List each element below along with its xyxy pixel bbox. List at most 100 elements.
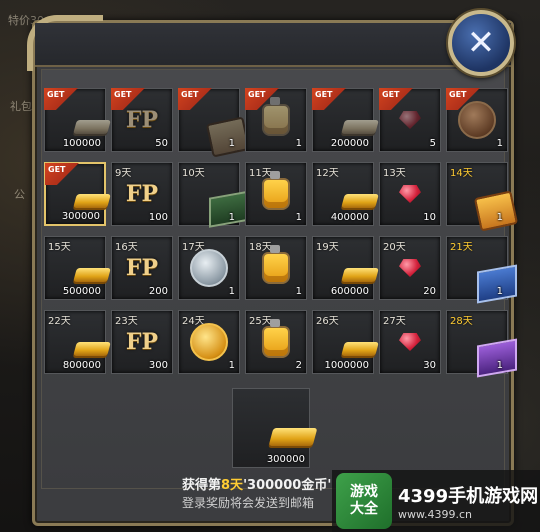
gold-bar-icon (73, 194, 111, 208)
reward-slot[interactable]: 25天 2 (245, 310, 307, 374)
site-url: www.4399.cn (398, 507, 472, 521)
reward-quantity: 1 (228, 360, 235, 371)
fp-icon: FP (125, 181, 159, 207)
reward-quantity: 1 (228, 286, 235, 297)
day-label: 11天 (249, 168, 272, 179)
reward-slot[interactable]: 28天 1 (446, 310, 517, 378)
caption-reward: '300000金币' (243, 478, 332, 493)
reward-quantity: 300 (148, 360, 168, 371)
potion-icon (262, 319, 290, 358)
reward-quantity: 100000 (62, 138, 101, 149)
reward-quantity: 30 (423, 360, 436, 371)
reward-slot[interactable]: GET 1 (446, 88, 508, 152)
day-label: 19天 (316, 242, 339, 253)
reward-slot[interactable]: GET 200000 (312, 88, 379, 152)
reward-row: GET 300000 9天 FP 100 10天 1 11天 1 12天 400000 13天 10 14… (44, 162, 519, 232)
fp-icon: FP (125, 329, 159, 355)
reward-slot[interactable]: 9天 FP 100 (111, 162, 173, 226)
gold-bar-icon (268, 428, 318, 446)
gold-bar-icon (73, 268, 111, 282)
panel-header (35, 23, 511, 67)
background-label-pack: 礼包 (10, 100, 32, 113)
reward-slot[interactable]: GET FP 50 (111, 88, 173, 152)
reward-quantity: 1 (496, 212, 503, 223)
reward-slot[interactable]: GET 1 (245, 88, 307, 152)
reward-slot[interactable]: 11天 1 (245, 162, 307, 226)
reward-slot[interactable]: 24天 1 (178, 310, 240, 374)
close-button[interactable]: ✕ (448, 10, 514, 76)
coin-gold-icon (190, 323, 228, 361)
reward-row: 15天 500000 16天 FP 200 17天 1 18天 1 19天 600000 20天 20 2… (44, 236, 517, 304)
site-logo: 游戏 大全 (336, 473, 392, 529)
reward-slot[interactable]: 10天 1 (178, 162, 251, 228)
day-label: 25天 (249, 316, 272, 327)
get-badge: GET (312, 88, 346, 110)
reward-slot[interactable]: 22天 800000 (44, 310, 111, 374)
reward-slot[interactable]: 13天 10 (379, 162, 441, 226)
site-watermark: 游戏 大全 4399手机游戏网 www.4399.cn (332, 470, 540, 532)
day-label: 10天 (182, 168, 205, 179)
day-label: 22天 (48, 316, 71, 327)
day-label: 15天 (48, 242, 71, 253)
reward-slot[interactable]: 19天 600000 (312, 236, 379, 300)
reward-quantity: 1 (496, 286, 503, 297)
day-label: 13天 (383, 168, 406, 179)
reward-slot[interactable]: GET 300000 (44, 162, 111, 226)
reward-row: 22天 800000 23天 FP 300 24天 1 25天 2 26天 1000000 27天 30… (44, 310, 517, 378)
current-reward-slot: 300000 (232, 388, 318, 468)
reward-quantity: 20 (423, 286, 436, 297)
reward-slot[interactable]: 16天 FP 200 (111, 236, 173, 300)
fp-icon: FP (125, 107, 159, 133)
caption-day: 8天 (221, 478, 244, 493)
close-icon: ✕ (466, 23, 496, 63)
gold-bar-icon (73, 342, 111, 356)
reward-slot[interactable]: 15天 500000 (44, 236, 111, 300)
day-label: 21天 (450, 242, 473, 253)
reward-quantity: 1 (295, 138, 302, 149)
reward-quantity: 2 (295, 360, 302, 371)
reward-slot[interactable]: GET 5 (379, 88, 441, 152)
day-label: 18天 (249, 242, 272, 253)
reward-quantity: 200000 (330, 138, 369, 149)
coin-bronze-icon (458, 101, 496, 139)
potion-icon (262, 245, 290, 284)
gold-bar-icon (73, 120, 111, 134)
reward-slot[interactable]: 17天 1 (178, 236, 240, 300)
reward-slot[interactable]: GET 100000 (44, 88, 111, 152)
reward-quantity: 1 (295, 212, 302, 223)
day-label: 9天 (115, 168, 132, 179)
reward-slot[interactable]: 20天 20 (379, 236, 441, 300)
reward-slot[interactable]: 23天 FP 300 (111, 310, 173, 374)
reward-quantity: 400000 (330, 212, 369, 223)
reward-slot[interactable]: GET 1 (178, 88, 251, 158)
reward-slot[interactable]: 21天 1 (446, 236, 517, 304)
reward-slot[interactable]: 12天 400000 (312, 162, 379, 226)
get-badge: GET (45, 163, 79, 185)
reward-row: GET 100000 GET FP 50 GET 1 GET 1 GET 200000 GET 5 GET… (44, 88, 508, 158)
gem-icon (399, 185, 421, 203)
reward-quantity: 600000 (330, 286, 369, 297)
reward-slot[interactable]: 18天 1 (245, 236, 307, 300)
reward-quantity: 200 (148, 286, 168, 297)
reward-slot[interactable]: 14天 1 (446, 162, 519, 232)
reward-slot[interactable]: 26天 1000000 (312, 310, 379, 374)
potion-icon (262, 97, 290, 136)
current-reward-quantity: 300000 (266, 454, 305, 465)
reward-quantity: 50 (155, 138, 168, 149)
day-label: 14天 (450, 168, 473, 179)
gold-bar-icon (341, 342, 379, 356)
logo-line-2: 大全 (350, 501, 378, 517)
potion-icon (262, 171, 290, 210)
gold-bar-icon (341, 120, 379, 134)
reward-quantity: 100 (148, 212, 168, 223)
background-label-notice: 公 (14, 188, 25, 201)
reward-slot[interactable]: 27天 30 (379, 310, 441, 374)
day-label: 28天 (450, 316, 473, 327)
caption-prefix: 获得第 (182, 478, 222, 493)
gold-bar-icon (341, 194, 379, 208)
reward-quantity: 1 (496, 138, 503, 149)
reward-quantity: 500000 (62, 286, 101, 297)
get-badge: GET (44, 88, 78, 110)
reward-quantity: 1 (295, 286, 302, 297)
day-label: 26天 (316, 316, 339, 327)
